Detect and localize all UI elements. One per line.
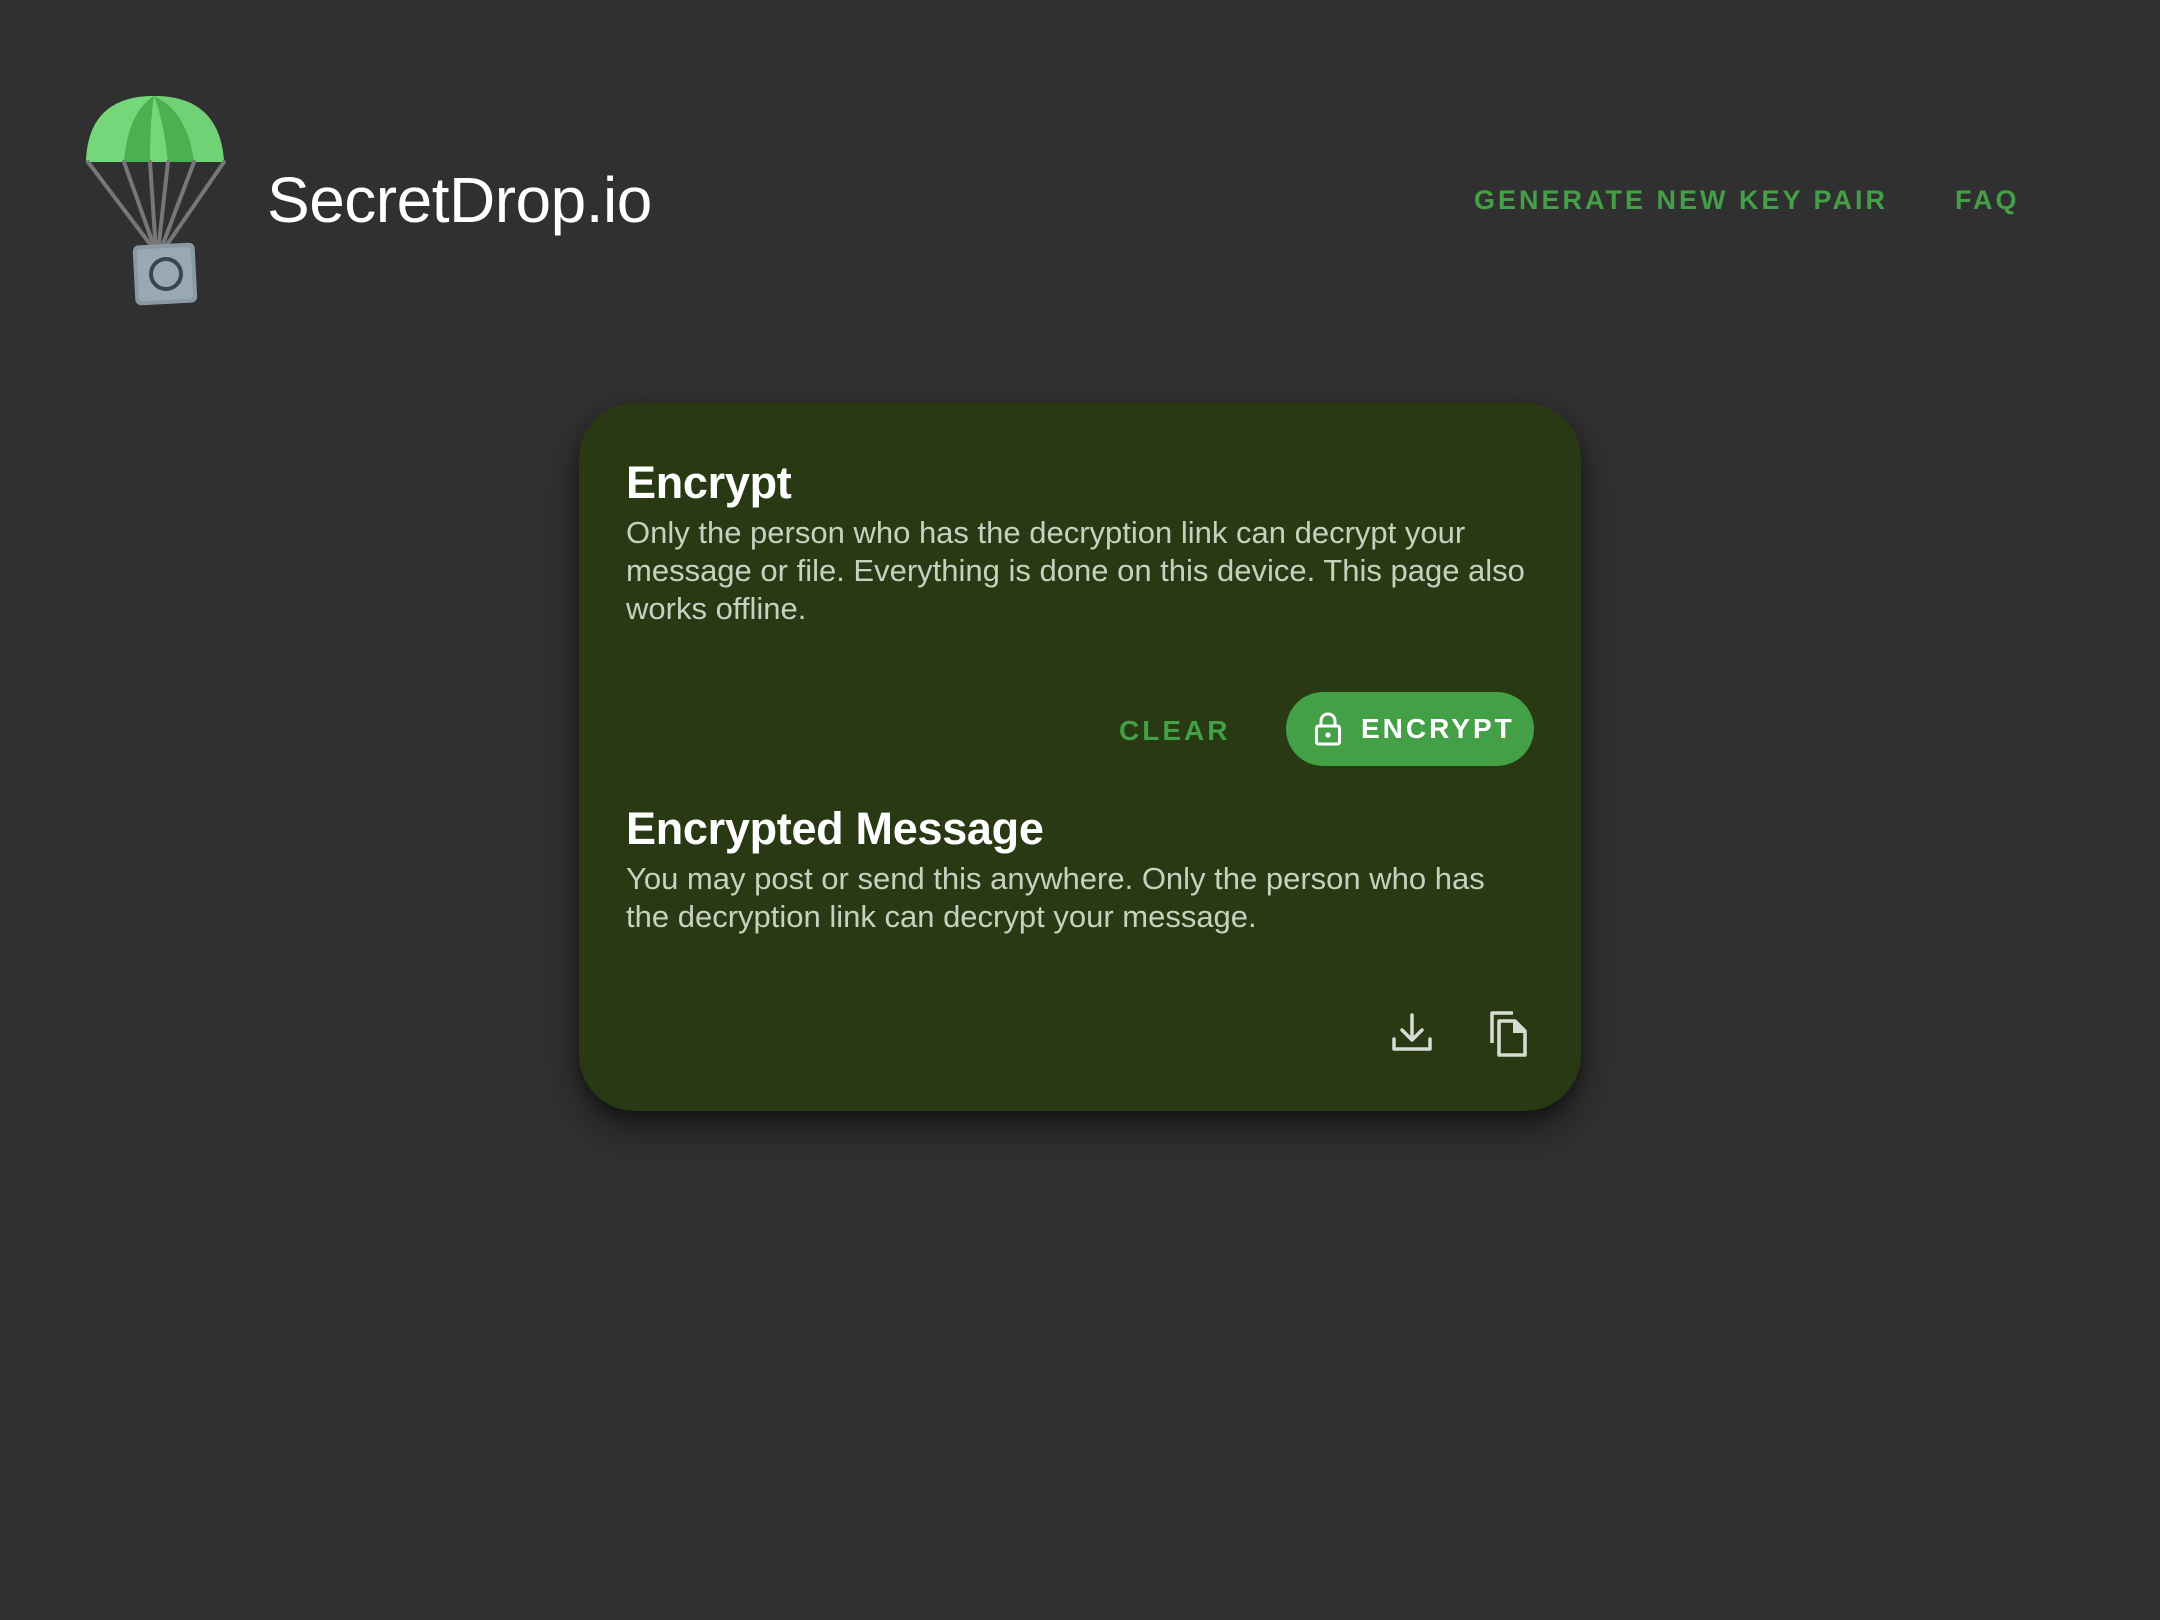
lock-icon xyxy=(1315,712,1341,746)
encrypted-message-heading: Encrypted Message xyxy=(626,803,1044,854)
clear-button[interactable]: CLEAR xyxy=(1119,708,1229,754)
encrypt-button-label: ENCRYPT xyxy=(1361,713,1515,744)
parachute-safe-icon xyxy=(86,96,226,306)
encrypt-card: Encrypt Only the person who has the decr… xyxy=(579,403,1581,1111)
encrypted-message-description: You may post or send this anywhere. Only… xyxy=(626,861,1485,934)
app-title: SecretDrop.io xyxy=(267,164,652,236)
encrypt-description: Only the person who has the decryption l… xyxy=(626,515,1525,626)
download-icon xyxy=(1392,1013,1432,1051)
encrypt-heading: Encrypt xyxy=(626,457,792,508)
generate-key-pair-link[interactable]: GENERATE NEW KEY PAIR xyxy=(1474,182,1888,218)
download-button[interactable] xyxy=(1384,1005,1440,1061)
app-header: SecretDrop.io GENERATE NEW KEY PAIR FAQ xyxy=(0,0,2160,320)
copy-button[interactable] xyxy=(1479,1005,1535,1061)
faq-link[interactable]: FAQ xyxy=(1955,182,2020,218)
encrypt-button[interactable]: ENCRYPT xyxy=(1286,692,1534,766)
copy-icon xyxy=(1490,1011,1527,1057)
